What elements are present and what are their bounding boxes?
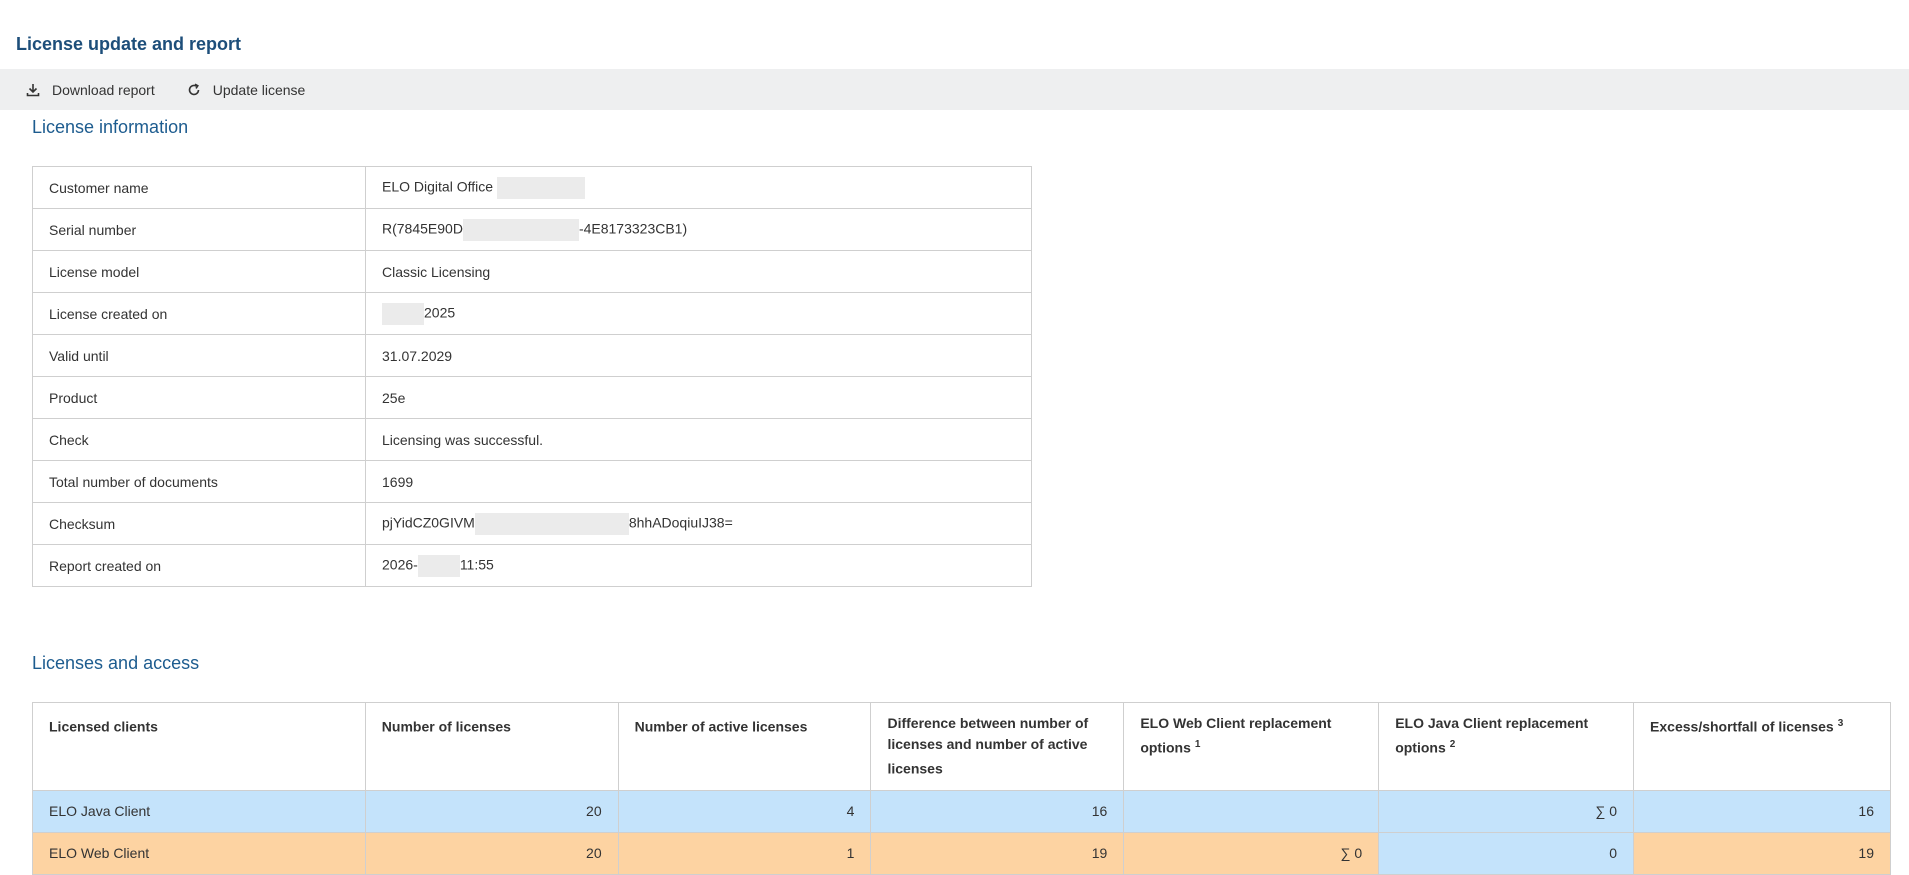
download-report-label: Download report [52, 81, 155, 98]
license-information-table: Customer name ELO Digital Office Serial … [32, 166, 1032, 587]
row-label: Serial number [32, 208, 366, 251]
table-row: Product 25e [32, 376, 1032, 419]
value-text: Classic Licensing [382, 263, 491, 280]
table-row: Report created on 2026- 11:55 [32, 544, 1032, 587]
column-header: Excess/shortfall of licenses 3 [1633, 702, 1891, 791]
value-text: pjYidCZ0GIVM [382, 514, 475, 531]
cell-client: ELO Web Client [32, 831, 366, 875]
value-text: 2026- [382, 556, 418, 573]
row-value: ELO Digital Office [365, 166, 1032, 209]
row-value: Classic Licensing [365, 250, 1032, 293]
value-text: Licensing was successful. [382, 431, 544, 448]
value-text: R(7845E90D [382, 220, 463, 237]
value-text: 2025 [424, 304, 456, 321]
download-icon [26, 83, 40, 96]
row-value: 1699 [365, 460, 1032, 503]
value-text: 11:55 [459, 556, 494, 573]
row-label: License created on [32, 292, 366, 335]
value-text: 25e [382, 389, 406, 406]
row-label: Total number of documents [32, 460, 366, 503]
cell-web-replacement: ∑ 0 [1123, 831, 1380, 875]
row-label: License model [32, 250, 366, 293]
cell-difference: 16 [870, 789, 1125, 833]
refresh-icon [188, 83, 200, 95]
row-value: 2026- 11:55 [365, 544, 1032, 587]
row-value: pjYidCZ0GIVM 8hhADoqiuIJ38= [365, 502, 1032, 545]
cell-licenses: 20 [364, 831, 619, 875]
cell-excess: 19 [1633, 831, 1891, 875]
redacted-block [462, 218, 579, 241]
row-label: Customer name [32, 166, 366, 209]
redacted-block [474, 512, 629, 535]
column-header: Licensed clients [32, 702, 366, 791]
cell-java-replacement: 0 [1378, 831, 1635, 875]
cell-web-replacement [1123, 789, 1380, 833]
row-value: 31.07.2029 [365, 334, 1032, 377]
table-row: Checksum pjYidCZ0GIVM 8hhADoqiuIJ38= [32, 502, 1032, 545]
column-header: ELO Web Client replacement options 1 [1123, 702, 1380, 791]
table-row: Check Licensing was successful. [32, 418, 1032, 461]
cell-active: 4 [617, 789, 872, 833]
value-text: ELO Digital Office [382, 178, 494, 195]
download-report-button[interactable]: Download report [26, 82, 155, 98]
row-label: Product [32, 376, 366, 419]
value-text: 31.07.2029 [382, 347, 453, 364]
table-row: Total number of documents 1699 [32, 460, 1032, 503]
value-text: -4E8173323CB1) [578, 220, 688, 237]
page-title: License update and report [16, 34, 242, 54]
update-license-button[interactable]: Update license [187, 81, 306, 98]
row-label: Report created on [32, 544, 366, 587]
row-label: Valid until [32, 334, 366, 377]
licenses-access-table: Licensed clients Number of licenses Numb… [32, 702, 1891, 875]
table-row: Valid until 31.07.2029 [32, 334, 1032, 377]
value-text: 1699 [382, 473, 414, 490]
column-header: Number of active licenses [617, 702, 872, 791]
licenses-and-access-title: Licenses and access [32, 653, 200, 673]
toolbar: Download report Update license [0, 69, 1909, 110]
cell-java-replacement: ∑ 0 [1378, 789, 1635, 833]
cell-active: 1 [617, 831, 872, 875]
table-header-row: Licensed clients Number of licenses Numb… [32, 702, 1891, 791]
redacted-block [417, 554, 460, 577]
redacted-block [496, 176, 585, 199]
cell-difference: 19 [870, 831, 1125, 875]
column-header: Number of licenses [364, 702, 619, 791]
table-row: Customer name ELO Digital Office [32, 166, 1032, 209]
update-license-label: Update license [212, 81, 306, 98]
cell-licenses: 20 [364, 789, 619, 833]
license-information-title: License information [32, 117, 189, 137]
row-value: 25e [365, 376, 1032, 419]
table-row: License model Classic Licensing [32, 250, 1032, 293]
column-header: ELO Java Client replacement options 2 [1378, 702, 1635, 791]
table-row: ELO Java Client 20 4 16 ∑ 0 16 [32, 789, 1891, 833]
row-value: 2025 [365, 292, 1032, 335]
table-row: ELO Web Client 20 1 19 ∑ 0 0 19 [32, 831, 1891, 875]
table-row: Serial number R(7845E90D -4E8173323CB1) [32, 208, 1032, 251]
row-value: Licensing was successful. [365, 418, 1032, 461]
row-label: Checksum [32, 502, 366, 545]
table-row: License created on 2025 [32, 292, 1032, 335]
row-label: Check [32, 418, 366, 461]
row-value: R(7845E90D -4E8173323CB1) [365, 208, 1032, 251]
cell-client: ELO Java Client [32, 789, 366, 833]
redacted-block [382, 302, 424, 325]
cell-excess: 16 [1633, 789, 1891, 833]
column-header: Difference between number of licenses an… [870, 702, 1125, 791]
value-text: 8hhADoqiuIJ38= [628, 514, 733, 531]
